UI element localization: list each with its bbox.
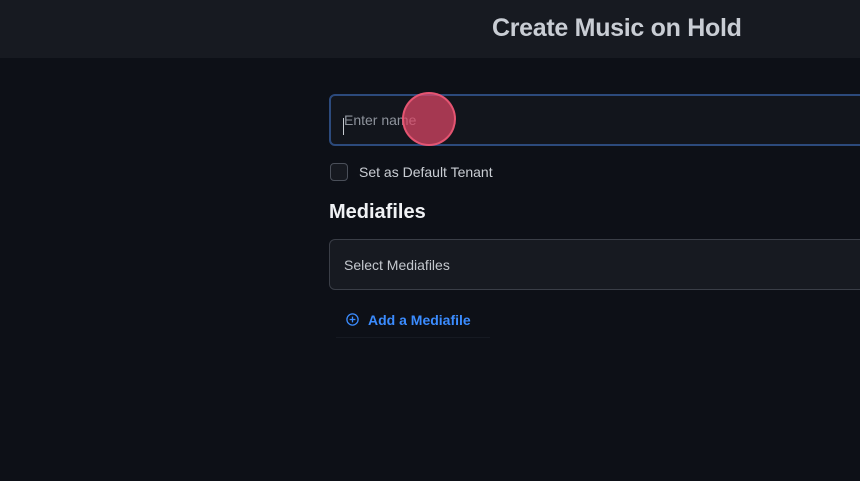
mediafiles-section-title: Mediafiles <box>329 201 426 223</box>
default-tenant-row[interactable]: Set as Default Tenant <box>330 162 493 182</box>
name-input[interactable] <box>329 94 860 146</box>
add-mediafile-label: Add a Mediafile <box>368 311 471 328</box>
default-tenant-checkbox[interactable] <box>330 163 348 181</box>
text-caret <box>343 118 344 135</box>
default-tenant-label: Set as Default Tenant <box>359 164 493 180</box>
add-mediafile-button[interactable]: Add a Mediafile <box>336 302 490 338</box>
page-title: Create Music on Hold <box>492 14 742 42</box>
mediafiles-select-placeholder: Select Mediafiles <box>344 256 450 273</box>
plus-circle-icon <box>346 313 359 326</box>
mediafiles-select[interactable]: Select Mediafiles <box>329 239 860 290</box>
page-header: Create Music on Hold <box>0 0 860 58</box>
